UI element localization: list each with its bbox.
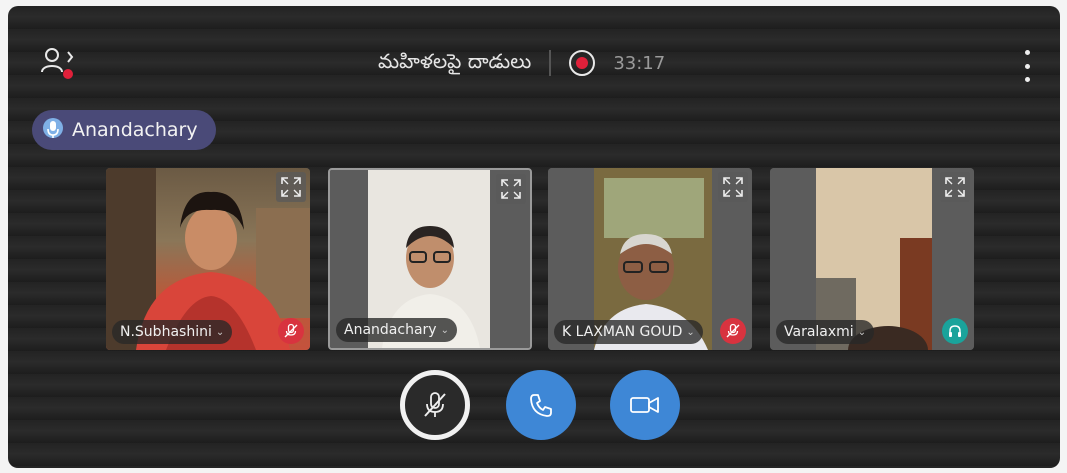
participant-name-tag[interactable]: Varalaxmi ⌄	[776, 320, 875, 344]
participant-tile[interactable]: N.Subhashini ⌄	[106, 168, 310, 350]
chevron-down-icon: ⌄	[215, 326, 225, 338]
recording-timer: 33:17	[613, 52, 666, 74]
phone-icon	[530, 394, 552, 417]
participant-name: K LAXMAN GOUD	[562, 324, 683, 340]
participant-name: Varalaxmi	[784, 324, 854, 340]
participant-name: Anandachary	[344, 322, 437, 338]
expand-icon[interactable]	[718, 172, 748, 202]
participant-tile[interactable]: Varalaxmi ⌄	[770, 168, 974, 350]
participants-toggle-button[interactable]	[40, 44, 80, 84]
more-options-icon[interactable]	[1020, 50, 1034, 82]
video-toggle-button[interactable]	[610, 370, 680, 440]
participant-name: N.Subhashini	[120, 324, 212, 340]
expand-icon[interactable]	[940, 172, 970, 202]
participant-tile[interactable]: K LAXMAN GOUD ⌄	[548, 168, 752, 350]
expand-icon[interactable]	[496, 174, 526, 204]
mic-muted-icon	[720, 318, 746, 344]
meeting-title: మహిళలపై దాడులు	[378, 48, 532, 73]
meeting-header: మహిళలపై దాడులు 33:17	[378, 48, 665, 78]
mic-muted-icon	[278, 318, 304, 344]
recording-icon	[569, 50, 596, 76]
mic-muted-icon	[424, 392, 446, 417]
active-speaker-name: Anandachary	[72, 119, 198, 141]
active-speaker-chip: Anandachary	[32, 110, 216, 150]
video-camera-icon	[630, 397, 659, 413]
expand-icon[interactable]	[276, 172, 306, 202]
participant-tile[interactable]: Anandachary ⌄	[328, 168, 532, 350]
mute-toggle-button[interactable]	[400, 370, 470, 440]
chevron-down-icon: ⌄	[686, 326, 695, 338]
person-icon	[41, 48, 74, 79]
meeting-screen: మహిళలపై దాడులు 33:17 Anandachary N.Subha…	[8, 6, 1060, 468]
participant-name-tag[interactable]: K LAXMAN GOUD ⌄	[554, 320, 703, 344]
microphone-icon	[43, 118, 63, 138]
chevron-down-icon: ⌄	[440, 324, 449, 336]
call-button[interactable]	[506, 370, 576, 440]
participant-name-tag[interactable]: Anandachary ⌄	[336, 318, 457, 342]
participant-name-tag[interactable]: N.Subhashini ⌄	[112, 320, 233, 344]
header-divider	[549, 50, 552, 76]
chevron-down-icon: ⌄	[857, 326, 867, 338]
headset-icon	[942, 318, 968, 344]
